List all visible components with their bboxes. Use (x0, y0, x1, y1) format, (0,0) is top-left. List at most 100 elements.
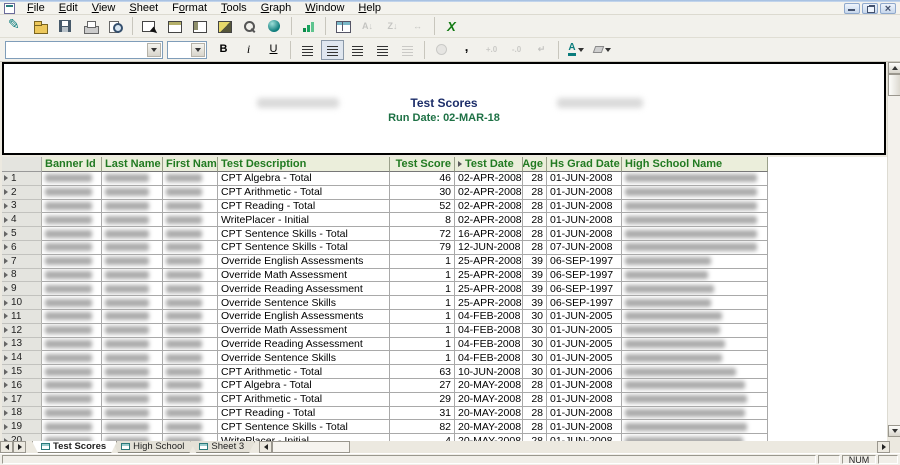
cell-age[interactable]: 39 (523, 282, 547, 296)
cell-first_name[interactable] (163, 241, 218, 255)
cell-first_name[interactable] (163, 393, 218, 407)
cell-banner_id[interactable] (42, 296, 102, 310)
cell-last_name[interactable] (102, 351, 163, 365)
cell-high_school_name[interactable] (622, 393, 768, 407)
cell-last_name[interactable] (102, 213, 163, 227)
chevron-down-icon[interactable] (147, 43, 161, 57)
cell-first_name[interactable] (163, 338, 218, 352)
cell-test_description[interactable]: CPT Sentence Skills - Total (218, 420, 390, 434)
cell-age[interactable]: 28 (523, 393, 547, 407)
row-header-14[interactable]: 14 (2, 351, 42, 365)
print-preview-button[interactable] (104, 16, 127, 36)
open-button[interactable] (29, 16, 52, 36)
cell-first_name[interactable] (163, 365, 218, 379)
cell-test_date[interactable]: 02-APR-2008 (455, 186, 523, 200)
cell-test_score[interactable]: 46 (390, 172, 455, 186)
cell-banner_id[interactable] (42, 393, 102, 407)
cell-high_school_name[interactable] (622, 269, 768, 283)
cell-hs_grad_date[interactable]: 01-JUN-2008 (547, 434, 622, 441)
cell-banner_id[interactable] (42, 407, 102, 421)
cell-hs_grad_date[interactable]: 06-SEP-1997 (547, 269, 622, 283)
row-header-16[interactable]: 16 (2, 379, 42, 393)
row-header-20[interactable]: 20 (2, 434, 42, 441)
cell-first_name[interactable] (163, 351, 218, 365)
row-header-18[interactable]: 18 (2, 407, 42, 421)
cell-last_name[interactable] (102, 200, 163, 214)
font-color-picker[interactable]: A (564, 40, 588, 60)
cell-age[interactable]: 28 (523, 420, 547, 434)
cell-first_name[interactable] (163, 255, 218, 269)
scroll-down-button[interactable] (888, 425, 900, 437)
cell-test_score[interactable]: 63 (390, 365, 455, 379)
cell-test_date[interactable]: 02-APR-2008 (455, 172, 523, 186)
cell-first_name[interactable] (163, 324, 218, 338)
cell-high_school_name[interactable] (622, 213, 768, 227)
insert-chart-button[interactable] (297, 16, 320, 36)
cell-age[interactable]: 30 (523, 351, 547, 365)
cell-banner_id[interactable] (42, 227, 102, 241)
cell-test_description[interactable]: Override Math Assessment (218, 269, 390, 283)
cell-test_score[interactable]: 1 (390, 269, 455, 283)
cell-banner_id[interactable] (42, 200, 102, 214)
row-header-7[interactable]: 7 (2, 255, 42, 269)
cell-last_name[interactable] (102, 420, 163, 434)
menu-item-view[interactable]: View (85, 2, 123, 14)
row-header-13[interactable]: 13 (2, 338, 42, 352)
column-header-test_date[interactable]: Test Date (455, 157, 523, 172)
cell-age[interactable]: 28 (523, 434, 547, 441)
cell-test_score[interactable]: 52 (390, 200, 455, 214)
underline-button[interactable]: U (262, 40, 285, 60)
zoom-button[interactable] (238, 16, 261, 36)
table-corner-cell[interactable] (2, 157, 42, 172)
cell-test_score[interactable]: 1 (390, 282, 455, 296)
cell-last_name[interactable] (102, 379, 163, 393)
cell-high_school_name[interactable] (622, 420, 768, 434)
cell-test_date[interactable]: 02-APR-2008 (455, 200, 523, 214)
chevron-down-icon[interactable] (191, 43, 205, 57)
cell-banner_id[interactable] (42, 172, 102, 186)
cell-test_description[interactable]: WritePlacer - Initial (218, 434, 390, 441)
cell-high_school_name[interactable] (622, 324, 768, 338)
minimize-button[interactable] (844, 3, 860, 14)
column-header-last_name[interactable]: Last Name (102, 157, 163, 172)
cell-test_date[interactable]: 04-FEB-2008 (455, 338, 523, 352)
row-header-3[interactable]: 3 (2, 200, 42, 214)
cell-first_name[interactable] (163, 282, 218, 296)
cell-test_description[interactable]: Override Sentence Skills (218, 296, 390, 310)
cell-test_date[interactable]: 25-APR-2008 (455, 282, 523, 296)
cell-test_description[interactable]: Override English Assessments (218, 310, 390, 324)
cell-first_name[interactable] (163, 200, 218, 214)
cell-test_description[interactable]: Override Reading Assessment (218, 282, 390, 296)
cell-high_school_name[interactable] (622, 351, 768, 365)
menu-item-graph[interactable]: Graph (254, 2, 299, 14)
cell-test_score[interactable]: 1 (390, 310, 455, 324)
cell-banner_id[interactable] (42, 213, 102, 227)
cell-test_score[interactable]: 4 (390, 434, 455, 441)
cell-banner_id[interactable] (42, 338, 102, 352)
align-left-button[interactable] (296, 40, 319, 60)
column-header-high_school_name[interactable]: High School Name (622, 157, 768, 172)
cell-test_date[interactable]: 20-MAY-2008 (455, 379, 523, 393)
section-outliner-button[interactable] (188, 16, 211, 36)
tab-scroll-right-button[interactable] (13, 441, 26, 453)
save-button[interactable] (54, 16, 77, 36)
cell-test_score[interactable]: 31 (390, 407, 455, 421)
scroll-up-button[interactable] (888, 62, 900, 74)
row-header-9[interactable]: 9 (2, 282, 42, 296)
cell-banner_id[interactable] (42, 186, 102, 200)
cell-banner_id[interactable] (42, 255, 102, 269)
cell-age[interactable]: 28 (523, 172, 547, 186)
cell-test_date[interactable]: 04-FEB-2008 (455, 351, 523, 365)
row-header-2[interactable]: 2 (2, 186, 42, 200)
column-header-hs_grad_date[interactable]: Hs Grad Date (547, 157, 622, 172)
cell-high_school_name[interactable] (622, 365, 768, 379)
cell-hs_grad_date[interactable]: 06-SEP-1997 (547, 282, 622, 296)
cell-test_score[interactable]: 29 (390, 393, 455, 407)
cell-age[interactable]: 39 (523, 255, 547, 269)
italic-button[interactable]: i (237, 40, 260, 60)
cell-last_name[interactable] (102, 296, 163, 310)
close-button[interactable] (880, 3, 896, 14)
cell-age[interactable]: 30 (523, 324, 547, 338)
row-header-5[interactable]: 5 (2, 227, 42, 241)
cell-high_school_name[interactable] (622, 200, 768, 214)
